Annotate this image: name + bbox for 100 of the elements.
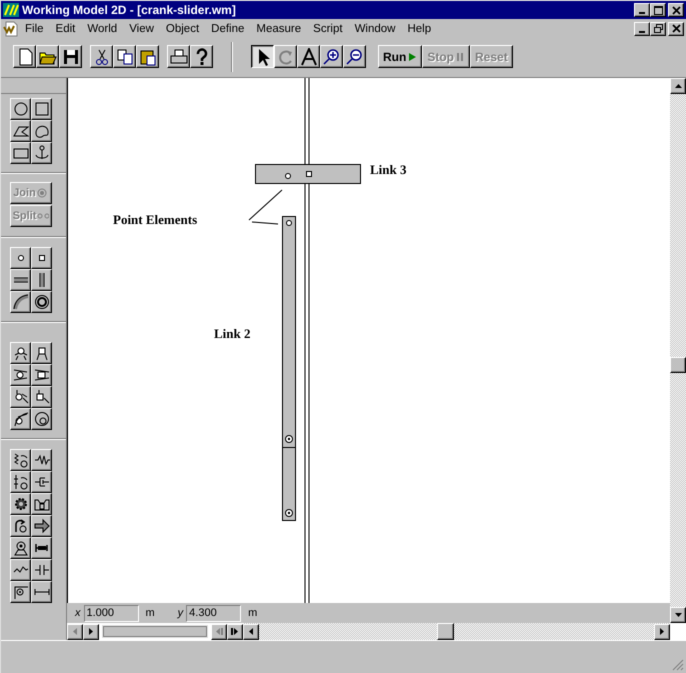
palette-tool-button[interactable] (10, 537, 31, 559)
scroll-thumb[interactable] (437, 623, 454, 640)
floppy-disk-button[interactable] (59, 45, 82, 68)
palette-tool-button[interactable] (31, 581, 52, 603)
link-bar[interactable] (255, 164, 361, 184)
app-logo-icon (3, 3, 19, 17)
palette-tool-button[interactable] (10, 493, 31, 515)
scroll-down-button[interactable] (670, 607, 686, 623)
close-button[interactable] (668, 22, 684, 36)
zoom-in-button[interactable] (320, 45, 343, 68)
link-bar[interactable] (282, 216, 296, 521)
palette-tool-button[interactable] (10, 581, 31, 603)
person-icon (12, 540, 28, 556)
palette-tool-button[interactable] (10, 364, 31, 386)
scroll-up-button[interactable] (670, 78, 686, 94)
point-element[interactable] (286, 220, 292, 226)
point-element[interactable] (285, 509, 293, 517)
menu-item[interactable]: Window (348, 20, 402, 36)
document-button[interactable] (13, 45, 36, 68)
scroll-right-button[interactable] (654, 624, 670, 640)
palette-tool-button[interactable] (31, 559, 52, 581)
copy-button[interactable] (113, 45, 136, 68)
minimize-icon (639, 12, 645, 14)
coordinate-field[interactable]: 4.300 (186, 604, 242, 622)
menu-item[interactable]: Script (307, 20, 349, 36)
menu-item[interactable]: World (81, 20, 124, 36)
coordinate-field[interactable]: 1.000 (84, 604, 138, 622)
arrow-pointer-button[interactable] (251, 45, 274, 68)
menu-item[interactable]: View (123, 20, 160, 36)
point-element[interactable] (285, 435, 293, 443)
next-frame-button[interactable] (83, 624, 99, 640)
menu-item[interactable]: Edit (50, 20, 82, 36)
menu-item[interactable]: Object (160, 20, 206, 36)
question-mark-button[interactable] (190, 45, 213, 68)
palette-tool-button[interactable] (10, 269, 31, 291)
palette-tool-button[interactable] (10, 98, 31, 120)
square-point-element[interactable] (306, 171, 312, 177)
keyed-joint-icon (34, 389, 50, 405)
palette-tool-button[interactable] (31, 386, 52, 408)
minimize-button[interactable] (634, 3, 650, 17)
palette-tool-button[interactable] (31, 342, 52, 364)
rotary-damper-icon (12, 474, 28, 490)
menu-item[interactable]: Help (401, 20, 438, 36)
canvas-label: Point Elements (113, 212, 198, 227)
palette-tool-button[interactable] (31, 449, 52, 471)
palette-tool-button[interactable] (31, 364, 52, 386)
axis-label: x (75, 606, 80, 621)
rewind-button[interactable] (211, 624, 227, 640)
rotary-spring-icon (12, 452, 28, 468)
clipboard-icon (138, 48, 156, 66)
minimize-button[interactable] (634, 22, 650, 36)
scissors-button[interactable] (90, 45, 113, 68)
palette-tool-button[interactable] (10, 247, 31, 269)
rod-joint-icon (12, 367, 28, 383)
palette-tool-button[interactable] (31, 537, 52, 559)
restore-button[interactable] (650, 22, 666, 36)
zoom-out-button[interactable] (343, 45, 366, 68)
palette-tool-button[interactable] (31, 408, 52, 430)
text-tool-button[interactable] (297, 45, 320, 68)
clipboard-button[interactable] (136, 45, 159, 68)
menu-item[interactable]: File (19, 20, 50, 36)
palette-tool-button[interactable] (31, 515, 52, 537)
palette-tool-button[interactable] (31, 269, 52, 291)
right-arrow-icon (660, 628, 664, 635)
palette-tool-button[interactable] (10, 120, 31, 142)
palette-tool-button[interactable] (31, 120, 52, 142)
palette-tool-button[interactable] (31, 142, 52, 164)
previous-frame-button[interactable] (67, 624, 83, 640)
palette-tool-button[interactable] (31, 247, 52, 269)
palette-tool-button[interactable] (10, 449, 31, 471)
palette-tool-button[interactable] (10, 386, 31, 408)
close-button[interactable] (668, 3, 684, 17)
palette-tool-button[interactable] (31, 471, 52, 493)
palette-tool-button[interactable] (10, 471, 31, 493)
square-icon (34, 101, 50, 117)
horizontal-scrollbar[interactable] (243, 623, 670, 640)
anchor-icon (34, 145, 50, 161)
vertical-scrollbar[interactable] (670, 78, 686, 623)
menu-item[interactable]: Measure (250, 20, 308, 36)
folder-button[interactable] (36, 45, 59, 68)
printer-button[interactable] (167, 45, 190, 68)
run-control-button[interactable]: Run (378, 45, 422, 68)
palette-tool-button[interactable] (31, 493, 52, 515)
palette-tool-button[interactable] (10, 515, 31, 537)
scroll-thumb[interactable] (670, 357, 686, 373)
fast-forward-button[interactable] (227, 624, 243, 640)
close-icon (670, 4, 682, 16)
palette-tool-button[interactable] (10, 408, 31, 430)
rotate-button[interactable] (274, 45, 297, 68)
palette-tool-button[interactable] (10, 342, 31, 364)
palette-tool-button[interactable] (31, 291, 52, 313)
rotate-icon (276, 48, 294, 66)
point-element[interactable] (285, 173, 291, 179)
palette-tool-button[interactable] (10, 559, 31, 581)
palette-tool-button[interactable] (10, 142, 31, 164)
palette-tool-button[interactable] (10, 291, 31, 313)
menu-item[interactable]: Define (205, 20, 250, 36)
maximize-button[interactable] (650, 3, 666, 17)
palette-tool-button[interactable] (31, 98, 52, 120)
scroll-left-button[interactable] (243, 624, 259, 640)
